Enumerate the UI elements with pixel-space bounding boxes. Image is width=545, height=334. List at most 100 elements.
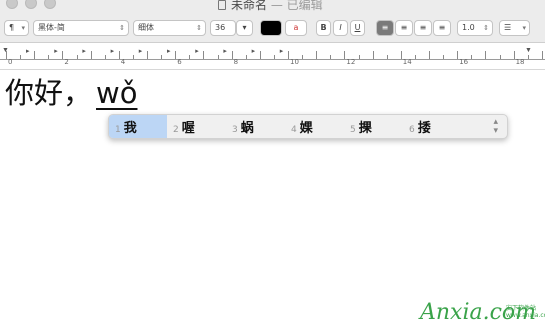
- candidate-page-stepper-icon[interactable]: ▴ ▾: [493, 117, 498, 135]
- stepper-icon: ⇕: [119, 24, 125, 32]
- ruler-tick: [386, 55, 388, 59]
- underline-button[interactable]: U: [350, 20, 365, 36]
- align-center-button[interactable]: ≡: [395, 20, 413, 36]
- align-left-icon: ≡: [381, 23, 389, 32]
- tab-stop-marker[interactable]: ▸: [139, 47, 143, 55]
- font-size-value: 36: [215, 23, 226, 32]
- ruler-tick: [457, 51, 459, 59]
- tab-stop-marker[interactable]: ▸: [26, 47, 30, 55]
- ruler-tick: [471, 55, 473, 59]
- chevron-down-icon: ▾: [522, 24, 526, 32]
- ruler-tick: [288, 51, 289, 59]
- stepper-icon: ⇕: [483, 24, 489, 32]
- ruler-tick: [175, 51, 177, 59]
- ruler-tick: [245, 55, 247, 59]
- candidate-item[interactable]: 2喔: [167, 115, 221, 138]
- ruler-tick: [20, 55, 22, 59]
- ruler-tick: [6, 51, 7, 59]
- committed-text: 你好，: [5, 76, 93, 110]
- ruler-tick: [485, 51, 487, 59]
- candidate-number: 1: [115, 125, 121, 135]
- font-size-field[interactable]: 36: [210, 20, 236, 36]
- edited-status: 已编辑: [286, 0, 323, 12]
- candidate-character: 捰: [358, 121, 372, 136]
- bold-button[interactable]: B: [316, 20, 331, 36]
- align-left-button[interactable]: ≡: [376, 20, 394, 36]
- candidate-item[interactable]: 6捼: [403, 115, 457, 138]
- tab-stop-marker[interactable]: ▸: [54, 47, 58, 55]
- line-spacing-value: 1.0: [462, 23, 475, 32]
- ruler-tick: [189, 55, 191, 59]
- ruler-tick: [414, 55, 416, 59]
- align-right-button[interactable]: ≡: [414, 20, 432, 36]
- ruler-tick: [344, 51, 346, 59]
- minimize-window-button[interactable]: [25, 0, 37, 9]
- candidate-item[interactable]: 4婐: [285, 115, 339, 138]
- candidate-item[interactable]: 5捰: [344, 115, 398, 138]
- candidate-character: 喔: [181, 121, 195, 136]
- tab-stop-marker[interactable]: ▸: [167, 47, 171, 55]
- paragraph-icon: ¶: [9, 23, 15, 32]
- ruler-tick: [330, 55, 332, 59]
- tab-stop-marker[interactable]: ▸: [252, 47, 256, 55]
- candidate-item[interactable]: 3蜗: [226, 115, 280, 138]
- candidate-item[interactable]: 1我: [109, 115, 167, 138]
- candidate-number: 4: [291, 125, 297, 135]
- ruler-number: 6: [177, 58, 182, 66]
- candidate-number: 2: [173, 125, 179, 135]
- candidate-character: 蜗: [240, 121, 254, 136]
- candidate-character: 我: [123, 121, 137, 136]
- ruler-tick: [273, 55, 275, 59]
- ruler-tick: [231, 51, 233, 59]
- ruler-number: 12: [346, 58, 356, 66]
- paragraph-style-menu[interactable]: ¶ ▾: [4, 20, 29, 36]
- list-icon: ☰: [504, 23, 512, 32]
- ruler-tick: [48, 55, 50, 59]
- ruler-tick: [358, 55, 360, 59]
- ruler[interactable]: ▼ ▼ 024681012141618▸▸▸▸▸▸▸▸▸▸: [0, 43, 545, 70]
- document-text[interactable]: 你好， wǒ: [5, 70, 137, 112]
- ruler-tick: [90, 51, 92, 59]
- right-indent-marker[interactable]: ▼: [525, 47, 532, 54]
- ruler-number: 4: [120, 58, 126, 66]
- ruler-tick: [217, 55, 219, 59]
- ruler-tick: [147, 51, 148, 59]
- ruler-tick: [400, 51, 402, 59]
- stepper-icon: ⇕: [196, 24, 202, 32]
- ruler-tick: [132, 55, 134, 59]
- list-style-menu[interactable]: ☰ ▾: [499, 20, 530, 36]
- ruler-tick: [429, 51, 430, 59]
- font-size-dropdown[interactable]: ▾: [236, 20, 253, 36]
- tab-stop-marker[interactable]: ▸: [223, 47, 227, 55]
- ruler-tick: [104, 55, 106, 59]
- ruler-tick: [499, 55, 501, 59]
- ruler-tick: [372, 51, 374, 59]
- close-window-button[interactable]: [6, 0, 18, 9]
- ruler-number: 14: [402, 58, 412, 66]
- ruler-tick: [527, 55, 529, 59]
- justify-button[interactable]: ≡: [433, 20, 451, 36]
- ruler-number: 8: [233, 58, 239, 66]
- line-spacing-select[interactable]: 1.0 ⇕: [457, 20, 493, 36]
- font-style-select[interactable]: 细体 ⇕: [133, 20, 206, 36]
- watermark-subtext: 安下软件站www.anxia.com: [506, 305, 545, 319]
- zoom-window-button[interactable]: [44, 0, 56, 9]
- font-family-select[interactable]: 黑体-简 ⇕: [33, 20, 129, 36]
- format-toolbar: ¶ ▾ 黑体-简 ⇕ 细体 ⇕ 36 ▾ a B I U ≡ ≡ ≡ ≡ 1.0 ⇕ ☰…: [0, 14, 545, 43]
- text-color-well[interactable]: [260, 20, 282, 36]
- candidate-character: 捼: [417, 121, 431, 136]
- ruler-tick: [316, 51, 318, 59]
- ruler-tick: [118, 51, 120, 59]
- tab-stop-marker[interactable]: ▸: [82, 47, 86, 55]
- tab-stop-marker[interactable]: ▸: [111, 47, 115, 55]
- tab-stop-marker[interactable]: ▸: [195, 47, 199, 55]
- highlight-color-well[interactable]: a: [285, 20, 307, 36]
- ruler-tick: [443, 55, 445, 59]
- document-icon: [218, 0, 226, 10]
- ruler-tick: [541, 51, 543, 59]
- tab-stop-marker[interactable]: ▸: [280, 47, 284, 55]
- ruler-tick: [259, 51, 261, 59]
- no-color-icon: a: [293, 23, 299, 32]
- italic-button[interactable]: I: [333, 20, 348, 36]
- ruler-number: 10: [290, 58, 299, 66]
